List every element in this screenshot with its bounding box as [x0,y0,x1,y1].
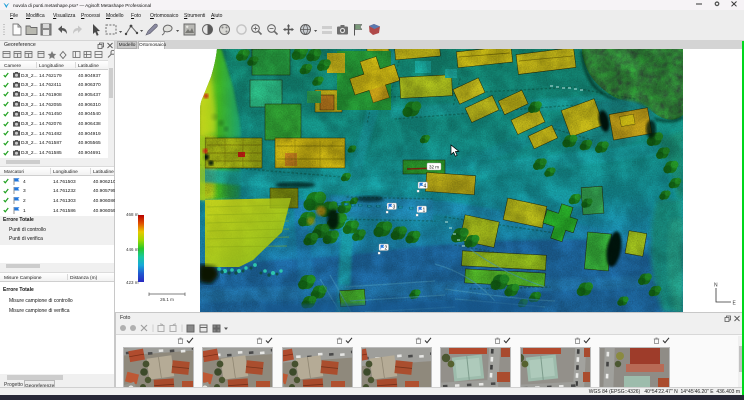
svg-text:2: 2 [385,245,388,251]
svg-text:1: 1 [423,207,426,213]
svg-text:E: E [733,301,737,307]
svg-text:32 m: 32 m [429,165,439,170]
svg-text:4: 4 [424,183,427,189]
svg-text:3: 3 [393,204,396,210]
svg-text:N: N [714,283,718,289]
svg-text:26.1 m: 26.1 m [160,297,174,302]
